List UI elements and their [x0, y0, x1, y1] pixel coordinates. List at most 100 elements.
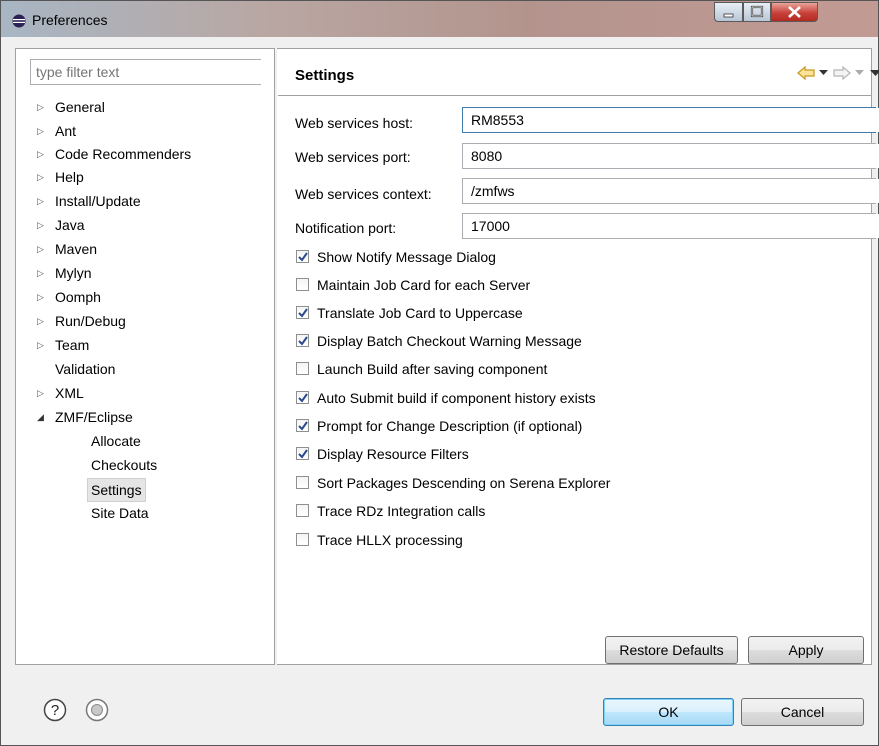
expand-arrow-icon[interactable]: ▷	[37, 334, 47, 356]
checkbox-label: Auto Submit build if component history e…	[317, 390, 596, 406]
back-arrow-icon[interactable]	[797, 65, 815, 81]
tree-item-label: Validation	[55, 361, 116, 377]
restore-defaults-label: Restore Defaults	[619, 642, 724, 658]
tree-item-label: ZMF/Eclipse	[55, 409, 133, 425]
checkbox-box[interactable]	[296, 447, 309, 460]
title-separator	[278, 95, 872, 96]
apply-button[interactable]: Apply	[748, 636, 864, 664]
expand-arrow-icon[interactable]: ▷	[37, 214, 47, 236]
checkbox-box[interactable]	[296, 250, 309, 263]
settings-page-pane	[277, 48, 872, 665]
notification-port-label: Notification port:	[295, 220, 397, 236]
web-services-host-label: Web services host:	[295, 115, 414, 131]
apply-label: Apply	[788, 642, 824, 658]
expand-arrow-icon[interactable]: ▷	[37, 262, 47, 284]
maximize-button[interactable]	[743, 2, 771, 22]
tree-item-label: Install/Update	[55, 193, 141, 209]
tree-item-label: Checkouts	[91, 457, 158, 473]
tree-item-label: Code Recommenders	[55, 146, 192, 162]
tree-item-label: Settings	[87, 478, 146, 502]
checkbox-label: Prompt for Change Description (if option…	[317, 418, 583, 434]
tree-item-label: XML	[55, 385, 84, 401]
checkbox-box[interactable]	[296, 306, 309, 319]
tree-item-label: Mylyn	[55, 265, 92, 281]
filter-field[interactable]	[30, 59, 261, 85]
svg-text:?: ?	[51, 702, 59, 719]
eclipse-app-icon	[12, 14, 26, 28]
view-menu-icon[interactable]	[870, 70, 879, 77]
checkbox-box[interactable]	[296, 533, 309, 546]
title-bar[interactable]: Preferences	[1, 1, 878, 37]
preference-tree-pane	[15, 48, 275, 665]
ok-label: OK	[658, 704, 679, 720]
expand-arrow-icon[interactable]: ▷	[37, 382, 47, 404]
minimize-button[interactable]	[714, 2, 743, 22]
minimize-icon	[723, 13, 734, 18]
expand-arrow-icon[interactable]: ▷	[37, 190, 47, 212]
checkbox-box[interactable]	[296, 334, 309, 347]
tree-item-label: Maven	[55, 241, 98, 257]
checkbox-box[interactable]	[296, 278, 309, 291]
checkbox-label: Trace RDz Integration calls	[317, 503, 486, 519]
checkbox-box[interactable]	[296, 362, 309, 375]
checkbox-label: Display Resource Filters	[317, 446, 469, 462]
checkbox-label: Sort Packages Descending on Serena Explo…	[317, 475, 611, 491]
checkmark-icon	[298, 393, 308, 403]
expand-arrow-icon[interactable]: ▷	[37, 238, 47, 260]
maximize-icon	[750, 5, 764, 18]
checkmark-icon	[298, 308, 308, 318]
cancel-button[interactable]: Cancel	[741, 698, 864, 726]
filter-input[interactable]	[31, 60, 261, 84]
web-services-port-input[interactable]	[463, 144, 879, 168]
tree-item-label: Allocate	[91, 433, 141, 449]
close-icon	[788, 6, 801, 18]
web-services-port-label: Web services port:	[295, 149, 411, 165]
checkmark-icon	[298, 252, 308, 262]
web-services-context-label: Web services context:	[295, 186, 432, 202]
checkbox-label: Maintain Job Card for each Server	[317, 277, 531, 293]
checkbox-box[interactable]	[296, 504, 309, 517]
checkbox-box[interactable]	[296, 476, 309, 489]
checkmark-icon	[298, 449, 308, 459]
web-services-port-field[interactable]	[462, 143, 879, 169]
expand-arrow-icon[interactable]: ▷	[37, 143, 47, 165]
forward-arrow-icon	[833, 65, 851, 81]
restore-defaults-button[interactable]: Restore Defaults	[605, 636, 738, 664]
web-services-host-field[interactable]	[462, 107, 879, 133]
checkmark-icon	[298, 421, 308, 431]
checkmark-icon	[298, 336, 308, 346]
checkbox-label: Show Notify Message Dialog	[317, 249, 496, 265]
import-export-icon[interactable]	[85, 698, 109, 722]
checkbox-label: Launch Build after saving component	[317, 361, 548, 377]
expand-arrow-icon[interactable]: ▷	[37, 120, 47, 142]
window-title: Preferences	[32, 12, 108, 28]
web-services-context-input[interactable]	[463, 179, 879, 203]
tree-item-label: Oomph	[55, 289, 101, 305]
back-dropdown-icon[interactable]	[819, 70, 828, 76]
tree-item-label: Run/Debug	[55, 313, 126, 329]
tree-item-label: Team	[55, 337, 90, 353]
checkbox-box[interactable]	[296, 419, 309, 432]
cancel-label: Cancel	[780, 704, 825, 720]
tree-item-label: Site Data	[91, 505, 149, 521]
notification-port-field[interactable]	[462, 213, 879, 239]
checkbox-box[interactable]	[296, 391, 309, 404]
web-services-host-input[interactable]	[463, 108, 879, 132]
close-button[interactable]	[771, 2, 818, 22]
tree-item-label: Ant	[55, 123, 77, 139]
help-icon[interactable]: ?	[43, 698, 67, 722]
ok-button[interactable]: OK	[603, 698, 734, 726]
page-title: Settings	[295, 67, 355, 84]
web-services-context-field[interactable]	[462, 178, 879, 204]
forward-dropdown-icon	[855, 70, 864, 75]
tree-item-label: Help	[55, 169, 84, 185]
collapse-arrow-icon[interactable]: ◢	[37, 406, 47, 428]
expand-arrow-icon[interactable]: ▷	[37, 96, 47, 118]
checkbox-label: Trace HLLX processing	[317, 532, 463, 548]
tree-item-label: General	[55, 99, 105, 115]
notification-port-input[interactable]	[463, 214, 879, 238]
checkbox-label: Display Batch Checkout Warning Message	[317, 333, 582, 349]
expand-arrow-icon[interactable]: ▷	[37, 286, 47, 308]
expand-arrow-icon[interactable]: ▷	[37, 166, 47, 188]
expand-arrow-icon[interactable]: ▷	[37, 310, 47, 332]
